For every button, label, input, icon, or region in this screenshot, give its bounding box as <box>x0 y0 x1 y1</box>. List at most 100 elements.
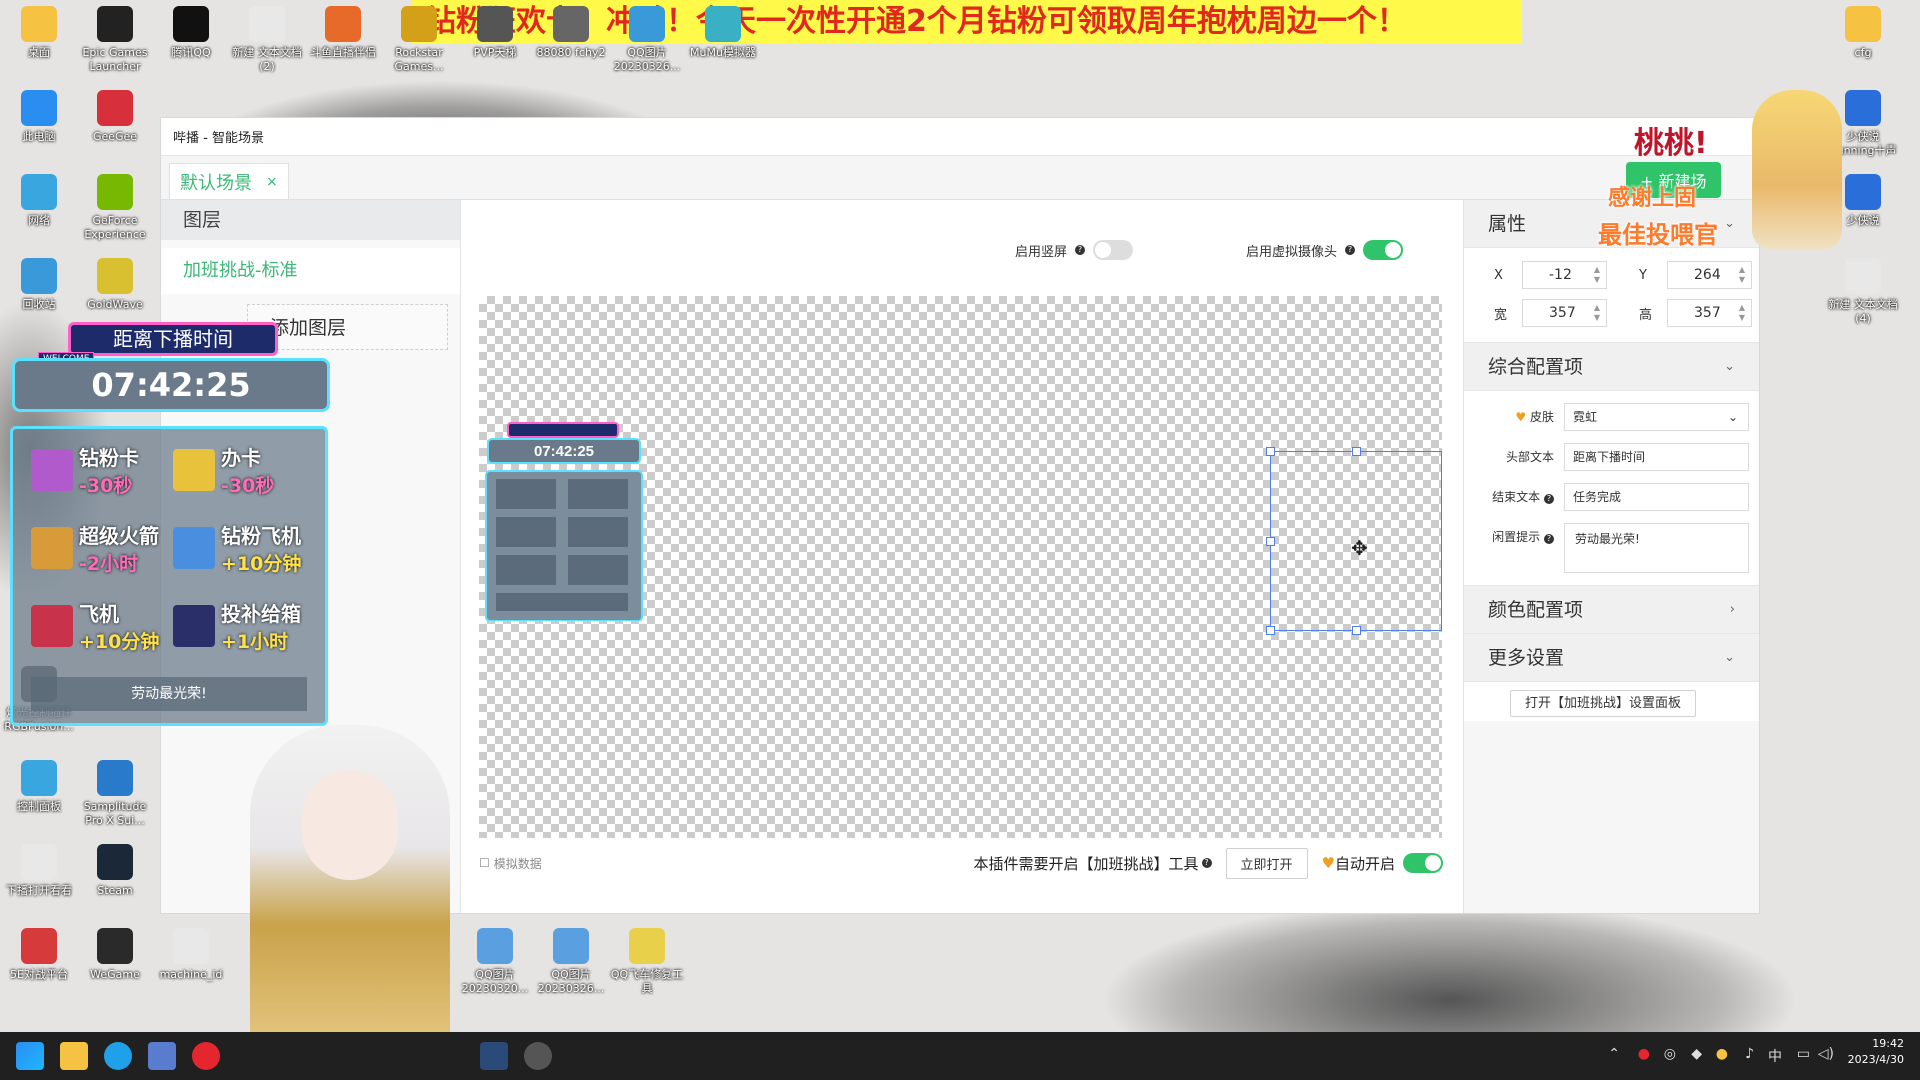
overlay-item: 飞机 +10分钟 <box>31 591 171 661</box>
close-icon[interactable]: × <box>266 174 278 190</box>
vertical-switch[interactable] <box>1093 240 1134 260</box>
desktop-icon-label: GeeGee <box>92 130 138 143</box>
sticker-text: 最佳投喂官 <box>1598 221 1718 249</box>
ime-indicator[interactable]: 中 <box>1768 1046 1782 1066</box>
desktop-icon[interactable]: 回收站 <box>0 252 78 312</box>
app-tray-icon[interactable]: ◎ <box>1664 1046 1676 1062</box>
item-name: 办卡 <box>221 446 261 470</box>
tool-notice: 本插件需要开启【加班挑战】工具 <box>973 854 1199 873</box>
desktop-icon[interactable]: 新建 文本文档 (4) <box>1824 252 1902 326</box>
steam-tray-icon[interactable]: ◆ <box>1691 1046 1702 1062</box>
desktop-icon[interactable]: QQ图片 20230326... <box>532 922 610 996</box>
idle-textarea[interactable]: 劳动最光荣! <box>1564 523 1749 573</box>
volume-icon[interactable]: ◁) <box>1818 1046 1834 1062</box>
stepper-icon[interactable]: ▲ ▼ <box>1739 265 1745 285</box>
desktop-icon[interactable]: 此电脑 <box>0 84 78 144</box>
store-icon[interactable] <box>148 1042 176 1070</box>
edge-icon[interactable] <box>104 1042 132 1070</box>
y-value: 264 <box>1694 267 1721 283</box>
clock[interactable]: 19:42 2023/4/30 <box>1848 1036 1904 1068</box>
desktop-icon[interactable]: 88080 fchy2 <box>532 0 610 60</box>
netease-tray-icon[interactable]: ● <box>1638 1046 1650 1062</box>
color-config-section[interactable]: 颜色配置项 › <box>1464 586 1759 634</box>
desktop-icon[interactable]: 下播打开看看 <box>0 838 78 898</box>
desktop-icon[interactable]: Samplitude Pro X Sui... <box>76 754 154 828</box>
desktop-icon[interactable]: 斗鱼直播伴侣 <box>304 0 382 60</box>
help-icon[interactable]: ? <box>1201 858 1212 868</box>
thumb-timer: 07:42:25 <box>534 443 594 460</box>
stepper-icon[interactable]: ▲ ▼ <box>1594 303 1600 323</box>
desktop-icon[interactable]: Epic Games Launcher <box>76 0 154 74</box>
image-icon <box>629 6 665 42</box>
chevron-right-icon: › <box>1729 602 1735 617</box>
selection-box[interactable]: ✥ <box>1266 447 1442 635</box>
app-tray-icon[interactable]: ● <box>1716 1046 1728 1062</box>
clock-date: 2023/4/30 <box>1847 1053 1904 1066</box>
open-now-button[interactable]: 立即打开 <box>1225 847 1308 879</box>
desktop-icon[interactable]: 新建 文本文档 (2) <box>228 0 306 74</box>
desktop-icon[interactable]: QQ图片 20230320... <box>456 922 534 996</box>
y-input[interactable]: 264 ▲ ▼ <box>1667 261 1752 289</box>
desktop-icon[interactable]: machine_id <box>152 922 230 982</box>
height-input[interactable]: 357 ▲ ▼ <box>1667 299 1752 327</box>
skin-select[interactable]: 霓虹 ⌄ <box>1564 403 1749 431</box>
desktop-icon[interactable]: WeGame <box>76 922 154 982</box>
microphone-icon[interactable]: ♪ <box>1745 1046 1754 1062</box>
stepper-icon[interactable]: ▲ ▼ <box>1739 303 1745 323</box>
desktop-icon-label: 新建 文本文档 (4) <box>1828 298 1898 325</box>
desktop-icon[interactable]: 腾讯QQ <box>152 0 230 60</box>
help-icon[interactable]: ? <box>1075 245 1086 255</box>
desktop-icon[interactable]: cfg <box>1824 0 1902 60</box>
idle-label: 闲置提示 ? <box>1464 523 1564 551</box>
preview-canvas[interactable]: 07:42:25 ✥ <box>479 296 1442 838</box>
help-icon[interactable]: ? <box>1544 534 1554 544</box>
overlay-thumbnail[interactable]: 07:42:25 <box>484 421 644 621</box>
scene-tabbar: 默认场景 × <box>161 156 1759 200</box>
desktop-icon[interactable]: QQ飞车修复工具 <box>608 922 686 996</box>
camera-switch[interactable] <box>1363 240 1404 260</box>
desktop-icon[interactable]: GoldWave <box>76 252 154 312</box>
resize-handle[interactable] <box>1352 626 1361 635</box>
layer-item[interactable]: 加班挑战-标准 <box>161 248 460 294</box>
desktop-icon[interactable]: 网络 <box>0 168 78 228</box>
steam-icon[interactable] <box>480 1042 508 1070</box>
x-input[interactable]: -12 ▲ ▼ <box>1522 261 1607 289</box>
resize-handle[interactable] <box>1352 447 1361 456</box>
desktop-icon[interactable]: Steam <box>76 838 154 898</box>
desktop-icon[interactable]: PVP天梯 <box>456 0 534 60</box>
desktop-icon[interactable]: MuMu模拟器 <box>684 0 762 60</box>
desktop-icon-label: cfg <box>1854 46 1872 59</box>
desktop-icon[interactable]: GeForce Experience <box>76 168 154 242</box>
end-text-input[interactable]: 任务完成 <box>1564 483 1749 511</box>
desktop-icon[interactable]: 桌面 <box>0 0 78 60</box>
open-settings-panel-button[interactable]: 打开【加班挑战】设置面板 <box>1510 690 1697 717</box>
window-title: 哔播 - 智能场景 <box>161 118 1759 156</box>
head-text-input[interactable]: 距离下播时间 <box>1564 443 1749 471</box>
help-icon[interactable]: ? <box>1544 494 1554 504</box>
config-section[interactable]: 综合配置项 ⌄ <box>1464 343 1759 391</box>
position-size-fields: X -12 ▲ ▼ Y 264 ▲ ▼ 宽 357 ▲ ▼ 高 357 ▲ ▼ <box>1464 248 1759 343</box>
pvp-icon <box>477 6 513 42</box>
auto-open-switch[interactable] <box>1403 853 1443 873</box>
resize-handle[interactable] <box>1266 447 1275 456</box>
chevron-up-icon[interactable]: ⌃ <box>1608 1046 1620 1062</box>
tab-default-scene[interactable]: 默认场景 × <box>169 163 289 199</box>
desktop-icon[interactable]: 控制面板 <box>0 754 78 814</box>
qq-icon <box>173 6 209 42</box>
file-explorer-icon[interactable] <box>60 1042 88 1070</box>
desktop-icon[interactable]: 5E对战平台 <box>0 922 78 982</box>
simulate-checkbox[interactable]: ☐ 模拟数据 <box>479 855 542 872</box>
width-input[interactable]: 357 ▲ ▼ <box>1522 299 1607 327</box>
obs-icon[interactable] <box>524 1042 552 1070</box>
desktop-icon[interactable]: QQ图片 20230326... <box>608 0 686 74</box>
desktop-icon[interactable]: GeeGee <box>76 84 154 144</box>
start-icon[interactable] <box>16 1042 44 1070</box>
help-icon[interactable]: ? <box>1345 245 1356 255</box>
desktop-icon[interactable]: Rockstar Games... <box>380 0 458 74</box>
stepper-icon[interactable]: ▲ ▼ <box>1594 265 1600 285</box>
resize-handle[interactable] <box>1266 626 1275 635</box>
more-settings-section[interactable]: 更多设置 ⌄ <box>1464 634 1759 682</box>
netease-music-icon[interactable] <box>192 1042 220 1070</box>
resize-handle[interactable] <box>1266 537 1275 546</box>
network-icon[interactable]: ▭ <box>1797 1046 1810 1062</box>
